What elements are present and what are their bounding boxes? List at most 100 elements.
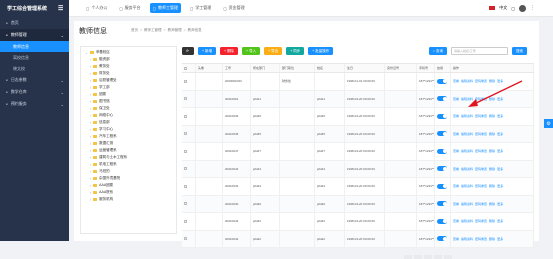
row-action-link[interactable]: 删除 [489,184,495,188]
column-header[interactable]: 操作 [451,64,534,72]
row-action-link[interactable]: 编辑资料 [461,184,473,188]
row-action-link[interactable]: 编辑资料 [461,132,473,136]
row-checkbox[interactable] [184,219,187,223]
row-action-link[interactable]: 更多 [497,149,503,153]
select-all-checkbox[interactable] [184,66,187,70]
tree-node[interactable]: › 学习中心 [85,126,172,133]
sidebar-item[interactable]: ● 数学仓库 ⌄ [0,86,69,98]
row-action-link[interactable]: 密码重置 [475,202,487,206]
enabled-toggle[interactable] [437,166,447,172]
tree-node[interactable]: › 汽车工程系 [85,133,172,140]
tree-node[interactable]: › 团委 [85,91,172,98]
row-checkbox[interactable] [184,167,187,171]
row-action-link[interactable]: 更多 [497,184,503,188]
enabled-toggle[interactable] [437,113,447,119]
row-action-link[interactable]: 删除 [489,132,495,136]
row-action-link[interactable]: 编辑资料 [461,237,473,241]
row-action-link[interactable]: 密码重置 [475,219,487,223]
enabled-toggle[interactable] [437,131,447,137]
page-button[interactable] [424,255,432,259]
enabled-toggle[interactable] [437,183,447,189]
row-action-link[interactable]: 删除 [489,219,495,223]
sidebar-item[interactable]: ● 首页 [0,17,69,29]
sidebar-item[interactable]: ● 教师管理 ⌄ [0,29,69,41]
row-action-link[interactable]: 编辑资料 [461,167,473,171]
row-checkbox[interactable] [184,184,187,188]
enabled-toggle[interactable] [437,78,447,84]
tree-node[interactable]: › 机电工程系 [85,161,172,168]
chevron-right-icon[interactable]: › [90,177,91,181]
toolbar-button[interactable]: ⟳ [182,47,194,55]
chevron-right-icon[interactable]: › [90,135,91,139]
row-action-link[interactable]: 更多 [497,237,503,241]
tree-node[interactable]: › 数据汇测 [85,140,172,147]
top-tab[interactable]: ◻ 个人办公 [83,3,110,13]
table-row[interactable]: 20210047 jsfd47 jsfd47 1998-03-20 00:00:00 1… [182,143,534,161]
column-header[interactable]: 部门职位 [280,64,315,72]
row-action-link[interactable]: 更多 [497,202,503,206]
row-action-link[interactable]: 密码重置 [475,132,487,136]
table-row[interactable]: 20210046 jsfd46 jsfd46 1998-03-20 00:00:00 1… [182,108,534,126]
page-button[interactable] [414,255,422,259]
tree-node[interactable]: › 图书馆 [85,98,172,105]
chevron-right-icon[interactable]: › [90,58,91,62]
toolbar-button[interactable]: + 删除 [219,47,239,55]
table-row[interactable]: 20210040 jsfd40 jsfd40 1998-03-20 00:00:00 1… [182,195,534,213]
row-action-link[interactable]: 删除 [489,167,495,171]
column-header[interactable]: 身份证号 [385,64,417,72]
search-button[interactable]: 搜索 [511,47,527,55]
row-action-link[interactable]: 密码重置 [475,237,487,241]
chevron-right-icon[interactable]: › [90,114,91,118]
tree-node[interactable]: ⌄ 苹基校区 [85,49,172,56]
top-tab[interactable]: ◻ 资金管理 [220,3,247,13]
sidebar-item[interactable]: 离校信息 [0,52,69,63]
row-action-link[interactable]: 编辑资料 [461,114,473,118]
column-header[interactable]: 工号 [223,64,251,72]
chevron-right-icon[interactable]: › [90,149,91,153]
chevron-right-icon[interactable]: › [90,107,91,111]
tree-node[interactable]: › 网络中心 [85,112,172,119]
tree-node[interactable]: › 财务处 [85,70,172,77]
row-action-link[interactable]: 更多 [497,167,503,171]
row-checkbox[interactable] [184,202,187,206]
tree-node[interactable]: › 后勤管理处 [85,77,172,84]
chevron-right-icon[interactable]: › [90,184,91,188]
search-input[interactable]: 请输入姓名/工号 [450,47,508,55]
tree-node[interactable]: › 融资部 [85,56,172,63]
tree-node[interactable]: › 保卫处 [85,105,172,112]
more-icon[interactable]: ⋮ [530,5,535,11]
breadcrumb-item[interactable]: 教师工管理 [144,28,162,33]
chevron-right-icon[interactable]: › [90,86,91,90]
avatar[interactable] [519,4,526,12]
breadcrumb-item[interactable]: 教师管理 [168,28,182,33]
row-action-link[interactable]: 更多 [497,219,503,223]
enabled-toggle[interactable] [437,96,447,102]
settings-float-button[interactable]: ⚙ [544,119,553,128]
row-action-link[interactable]: 删除 [489,149,495,153]
page-button[interactable] [444,255,452,259]
row-checkbox[interactable] [184,114,187,118]
column-header[interactable] [182,64,196,72]
column-header[interactable]: 手机号 [417,64,435,72]
query-button[interactable]: ⌕ 查询 [429,47,447,55]
column-header[interactable]: 所在部门 [251,64,280,72]
row-action-link[interactable]: 更多 [497,114,503,118]
chevron-right-icon[interactable]: › [90,170,91,174]
row-action-link[interactable]: 密码重置 [475,167,487,171]
row-checkbox[interactable] [184,79,187,83]
row-action-link[interactable]: 查看 [453,149,459,153]
table-row[interactable]: 20210043 jsfd43 jsfd43 1998-03-20 00:00:00 1… [182,178,534,196]
row-action-link[interactable]: 编辑资料 [461,219,473,223]
sidebar-item[interactable]: ● 预约服务 ⌄ [0,98,69,110]
row-action-link[interactable]: 密码重置 [475,184,487,188]
column-header[interactable]: 姓名 [315,64,345,72]
chevron-right-icon[interactable]: › [90,198,91,202]
row-action-link[interactable]: 查看 [453,79,459,83]
row-action-link[interactable]: 查看 [453,167,459,171]
chevron-right-icon[interactable]: › [90,79,91,83]
collapse-menu-icon[interactable]: ☰ [58,5,63,12]
table-row[interactable]: 20210044 jsfd44 jsfd44 1998-03-20 00:00:00 1… [182,160,534,178]
chevron-right-icon[interactable]: › [90,100,91,104]
row-action-link[interactable]: 查看 [453,132,459,136]
breadcrumb-item[interactable]: 教师信息 [188,28,202,33]
